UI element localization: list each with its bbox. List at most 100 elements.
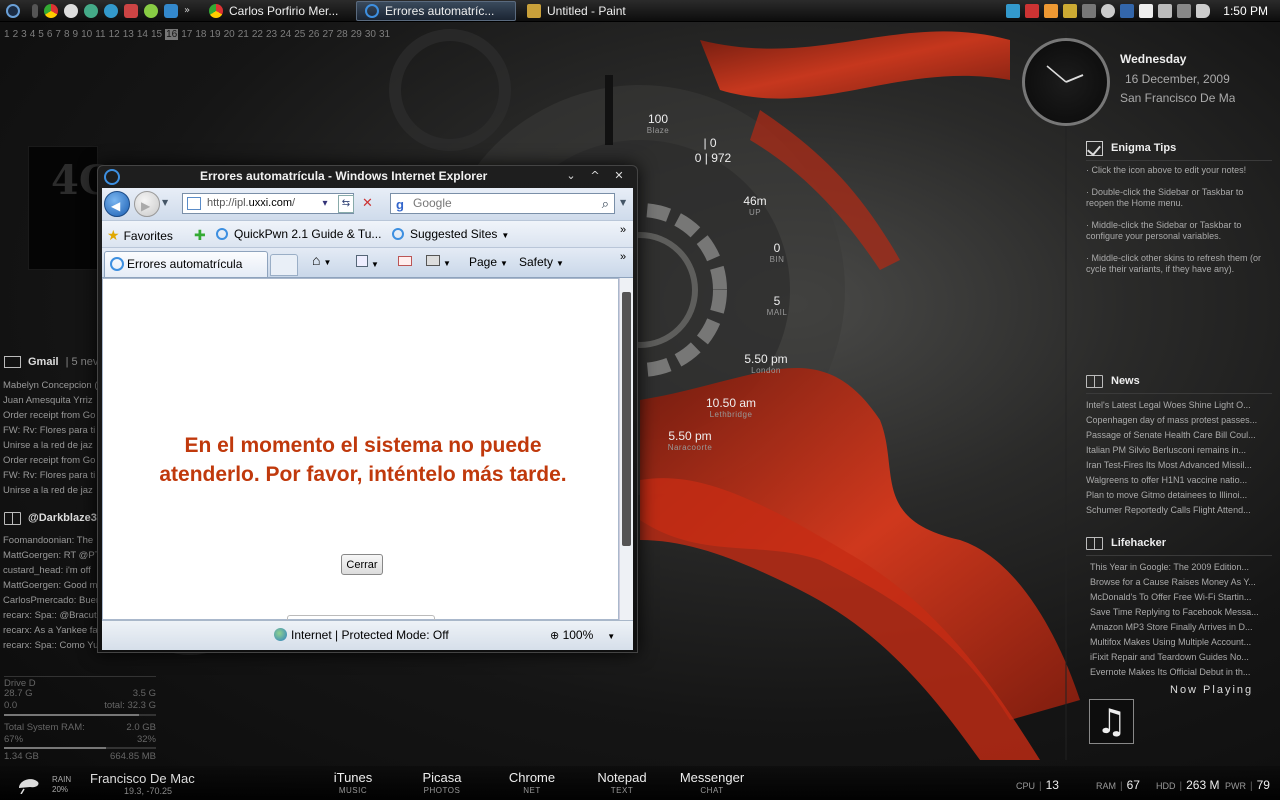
add-favorite-button[interactable]: ✚ <box>194 227 210 244</box>
volume-icon[interactable] <box>1196 4 1211 18</box>
tray-app-icon[interactable] <box>1044 4 1059 18</box>
recent-pages-dropdown[interactable]: ▼ <box>162 198 168 207</box>
page-menu[interactable]: Page ▼ <box>469 255 508 269</box>
messenger-icon[interactable] <box>84 3 98 18</box>
tray-app-icon[interactable] <box>1139 4 1154 18</box>
news-list: Intel's Latest Legal Woes Shine Light O.… <box>1086 398 1272 518</box>
news-item[interactable]: Iran Test-Fires Its Most Advanced Missil… <box>1086 458 1272 473</box>
task-label: Carlos Porfirio Mer... <box>229 3 339 18</box>
tab-active[interactable]: Errores automatrícula <box>104 251 268 277</box>
ie-titlebar[interactable]: Errores automatrícula - Windows Internet… <box>98 166 637 188</box>
gauge-counter-a: | 0 <box>703 136 717 150</box>
weather-label: RAIN <box>52 775 72 784</box>
search-icon[interactable]: ⌕ <box>602 194 609 213</box>
dock-picasa[interactable]: Picasa PHOTOS <box>402 770 482 795</box>
print-button[interactable]: ▼ <box>426 255 451 269</box>
ie-page-icon <box>216 228 228 240</box>
maximize-button[interactable]: ^ <box>584 168 606 184</box>
tray-app-icon[interactable] <box>1120 4 1135 18</box>
music-note-icon[interactable]: ♫ <box>1089 699 1134 744</box>
zoom-control[interactable]: ⊕ 100% ▼ <box>550 628 615 642</box>
lifehacker-item[interactable]: Multifox Makes Using Multiple Account... <box>1090 635 1272 650</box>
news-item[interactable]: Intel's Latest Legal Woes Shine Light O.… <box>1086 398 1272 413</box>
itunes-icon[interactable] <box>164 3 178 18</box>
forward-button[interactable]: ▶ <box>134 191 160 217</box>
notes-check-icon[interactable] <box>1086 140 1103 156</box>
back-arrow-icon: ◀ <box>111 199 121 213</box>
new-tab-button[interactable] <box>270 254 298 276</box>
stop-icon[interactable]: ✕ <box>362 196 373 211</box>
read-mail-button[interactable] <box>398 255 412 269</box>
dock-itunes[interactable]: iTunes MUSIC <box>313 770 393 795</box>
lifehacker-header[interactable]: Lifehacker <box>1086 533 1272 553</box>
news-item[interactable]: Italian PM Silvio Berlusconi remains in.… <box>1086 443 1272 458</box>
tray-network-icon[interactable] <box>1158 4 1173 18</box>
tray-app-icon[interactable] <box>1006 4 1021 18</box>
feeds-button[interactable]: ▼ <box>356 255 379 270</box>
dock-messenger[interactable]: Messenger CHAT <box>672 770 752 795</box>
tray-app-icon[interactable] <box>1063 4 1078 18</box>
tab-bar: Errores automatrícula ⌂ ▼ ▼ ▼ Page ▼ Safet… <box>102 248 633 278</box>
favorites-button[interactable]: ★ Favorites <box>107 227 173 244</box>
ie-logo-icon[interactable] <box>104 169 120 185</box>
chat-icon[interactable] <box>64 3 78 18</box>
vertical-scrollbar[interactable] <box>619 278 633 620</box>
taskbar-item-paint[interactable]: Untitled - Paint <box>519 1 659 21</box>
minimize-button[interactable]: ⌄ <box>560 168 582 184</box>
calendar-day: 4 <box>29 29 36 40</box>
fav-link-quickpwn[interactable]: QuickPwn 2.1 Guide & Tu... <box>216 227 381 241</box>
calendar-day: 29 <box>350 29 362 40</box>
compat-refresh-button[interactable]: ⇆ <box>338 195 354 213</box>
calendar-day: 21 <box>237 29 249 40</box>
ram-pct-used: 67% <box>4 734 24 745</box>
address-dropdown-button[interactable]: ▾ <box>318 193 332 214</box>
taskbar-clock[interactable]: 1:50 PM <box>1223 4 1268 18</box>
lifehacker-item[interactable]: Browse for a Cause Raises Money As Y... <box>1090 575 1272 590</box>
toolbar-overflow-chevron-icon[interactable]: » <box>620 251 626 263</box>
globe-icon[interactable] <box>104 3 118 18</box>
tray-app-icon[interactable] <box>1101 4 1116 18</box>
dock-notepad[interactable]: Notepad TEXT <box>582 770 662 795</box>
tips-header[interactable]: Enigma Tips <box>1086 138 1272 158</box>
search-box[interactable]: g Google ⌕ <box>390 193 615 214</box>
address-domain: uxxi.com <box>248 197 292 209</box>
security-zone[interactable]: Internet | Protected Mode: Off <box>274 628 449 642</box>
close-window-button[interactable]: ✕ <box>608 168 630 184</box>
taskbar-item-chrome[interactable]: Carlos Porfirio Mer... <box>201 1 353 21</box>
news-item[interactable]: Schumer Reportedly Calls Flight Attend..… <box>1086 503 1272 518</box>
gauge-mail[interactable]: 5 MAIL <box>757 294 797 317</box>
lifehacker-item[interactable]: This Year in Google: The 2009 Edition... <box>1090 560 1272 575</box>
picture-icon[interactable] <box>124 3 138 18</box>
back-button[interactable]: ◀ <box>104 191 130 217</box>
lifehacker-item[interactable]: Evernote Makes Its Official Debut in th.… <box>1090 665 1272 680</box>
scrollbar-thumb[interactable] <box>622 292 631 546</box>
menu-icon[interactable] <box>32 3 38 18</box>
news-item[interactable]: Walgreens to offer H1N1 vaccine natio... <box>1086 473 1272 488</box>
more-chevron-icon[interactable]: » <box>184 4 192 18</box>
chrome-icon[interactable] <box>44 3 58 18</box>
tray-app-icon[interactable] <box>1025 4 1040 18</box>
favbar-overflow-chevron-icon[interactable]: » <box>620 224 626 236</box>
calendar-day: 19 <box>209 29 221 40</box>
news-item[interactable]: Passage of Senate Health Care Bill Coul.… <box>1086 428 1272 443</box>
news-item[interactable]: Copenhagen day of mass protest passes... <box>1086 413 1272 428</box>
search-options-dropdown[interactable]: ▼ <box>620 198 626 207</box>
news-item[interactable]: Plan to move Gitmo detainees to Illinoi.… <box>1086 488 1272 503</box>
start-button[interactable] <box>0 0 26 22</box>
cerrar-button[interactable]: Cerrar <box>341 554 383 575</box>
lifehacker-item[interactable]: Save Time Replying to Facebook Messa... <box>1090 605 1272 620</box>
safety-menu[interactable]: Safety ▼ <box>519 255 564 269</box>
gauge-bin[interactable]: 0 BIN <box>757 241 797 264</box>
tip-item: · Middle-click other skins to refresh th… <box>1086 253 1262 274</box>
dock-chrome[interactable]: Chrome NET <box>492 770 572 795</box>
lifehacker-item[interactable]: McDonald's To Offer Free Wi-Fi Startin..… <box>1090 590 1272 605</box>
home-button[interactable]: ⌂ ▼ <box>312 252 331 268</box>
news-header[interactable]: News <box>1086 371 1272 391</box>
taskbar-item-ie[interactable]: Errores automatríc... <box>356 0 516 21</box>
lifehacker-item[interactable]: iFixit Repair and Teardown Guides No... <box>1090 650 1272 665</box>
app-icon[interactable] <box>144 3 158 18</box>
fav-link-suggested-sites[interactable]: Suggested Sites ▼ <box>392 227 509 241</box>
tray-app-icon[interactable] <box>1082 4 1097 18</box>
lifehacker-item[interactable]: Amazon MP3 Store Finally Arrives in D... <box>1090 620 1272 635</box>
tray-app-icon[interactable] <box>1177 4 1192 18</box>
